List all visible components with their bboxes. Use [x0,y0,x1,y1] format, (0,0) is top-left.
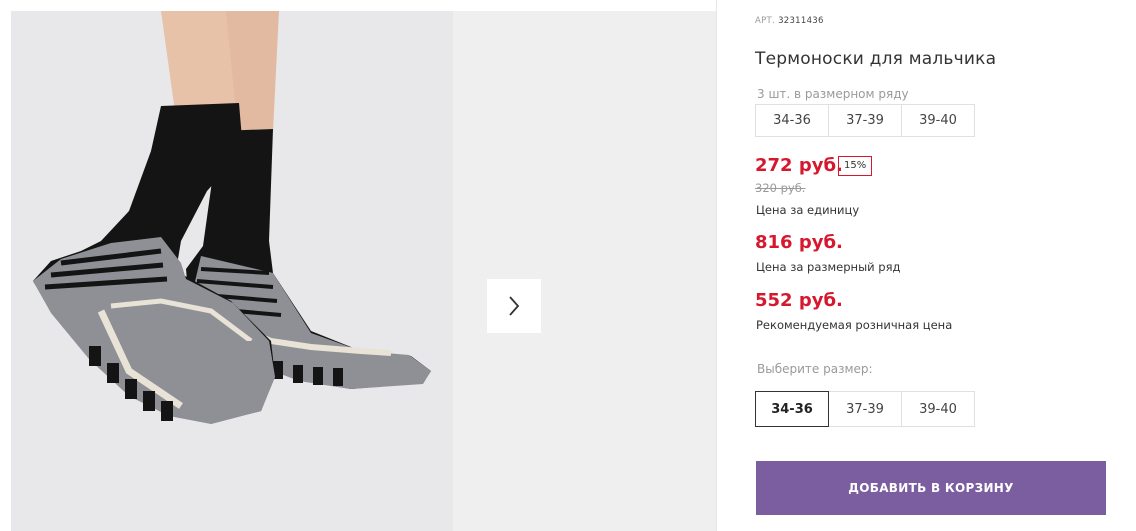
pack-size: 37-39 [828,104,902,137]
row-price-caption: Цена за размерный ряд [756,260,901,274]
old-price: 320 руб. [755,181,806,195]
size-option[interactable]: 37-39 [828,391,902,427]
gallery-next-button[interactable] [487,279,541,333]
unit-price-caption: Цена за единицу [756,203,860,217]
chevron-right-icon [509,296,520,316]
size-selector: 34-36 37-39 39-40 [755,391,975,427]
article-number: 32311436 [778,16,824,26]
pack-sizes: 34-36 37-39 39-40 [755,104,975,137]
unit-price: 272 руб. [755,155,843,176]
discount-badge: 15% [838,156,873,176]
pack-size: 39-40 [901,104,975,137]
panel-divider [716,0,717,531]
size-option-selected[interactable]: 34-36 [755,391,829,427]
pack-size: 34-36 [755,104,829,137]
next-photo-preview [453,11,716,531]
pack-label: 3 шт. в размерном ряду [757,87,909,101]
product-gallery [0,0,716,531]
size-option[interactable]: 39-40 [901,391,975,427]
retail-price-caption: Рекомендуемая розничная цена [756,318,953,332]
add-to-cart-button[interactable]: ДОБАВИТЬ В КОРЗИНУ [756,461,1106,515]
retail-price: 552 руб. [755,290,843,311]
choose-size-label: Выберите размер: [757,362,873,376]
article: АРТ. 32311436 [755,16,824,26]
row-price: 816 руб. [755,232,843,253]
product-photo[interactable] [11,11,453,531]
article-label: АРТ. [755,16,776,26]
socks-photo [11,11,453,531]
product-title: Термоноски для мальчика [755,49,997,69]
